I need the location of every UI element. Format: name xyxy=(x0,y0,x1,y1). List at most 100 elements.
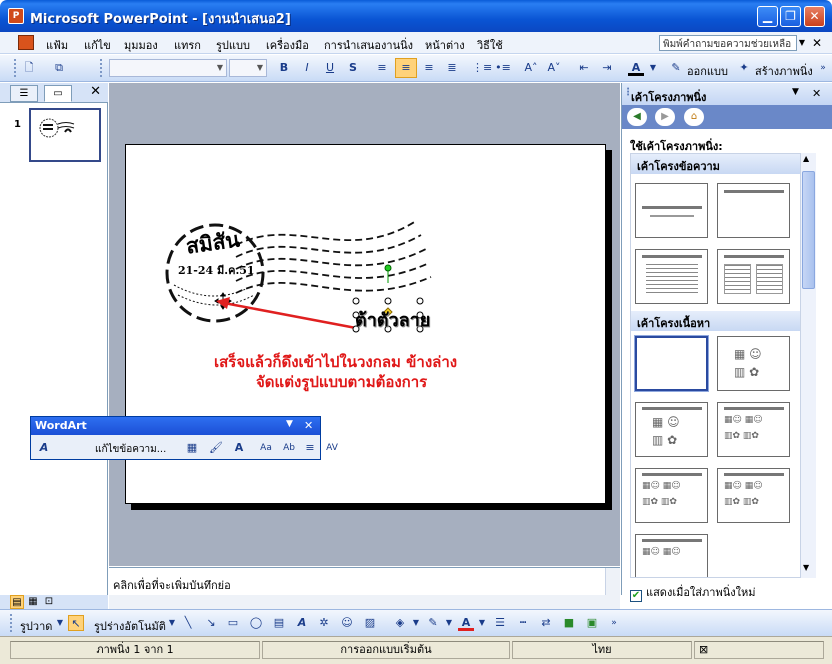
stamp-date[interactable]: 21-24 มี.ค.51 xyxy=(178,261,255,279)
close-icon[interactable]: ✕ xyxy=(304,419,313,432)
arrow-style-icon[interactable]: ⇄ xyxy=(538,615,554,631)
line-color-icon[interactable]: ✎ xyxy=(425,615,441,631)
help-dropdown-icon[interactable]: ▼ xyxy=(797,35,807,51)
menu-edit[interactable]: แก้ไข xyxy=(84,36,111,54)
toolbar-grip[interactable] xyxy=(14,59,17,77)
select-pointer-icon[interactable]: ↖ xyxy=(68,615,84,631)
dash-style-icon[interactable]: ┅ xyxy=(515,615,531,631)
align-center-icon[interactable]: ≡ xyxy=(398,60,414,76)
menu-help[interactable]: วิธีใช้ xyxy=(477,36,503,54)
layout-content[interactable]: ▦ ☺ ▥ ✿ xyxy=(717,336,790,391)
chevron-down-icon[interactable]: ▼ xyxy=(645,60,661,76)
layout-title-only[interactable] xyxy=(717,183,790,238)
toolbar-options-icon[interactable]: » xyxy=(815,60,831,76)
insert-wordart-icon[interactable]: A xyxy=(294,615,310,631)
underline-button[interactable]: U xyxy=(322,60,338,76)
edit-text-button[interactable]: แก้ไขข้อความ... xyxy=(95,442,166,457)
chevron-down-icon[interactable]: ▼ xyxy=(164,615,180,631)
chevron-down-icon[interactable]: ▼ xyxy=(792,87,799,97)
copy-icon[interactable]: ⧉ xyxy=(51,60,67,76)
align-right-icon[interactable]: ≡ xyxy=(421,60,437,76)
slide-sorter-view-icon[interactable]: ▦ xyxy=(26,595,40,609)
menu-tools[interactable]: เครื่องมือ xyxy=(266,36,309,54)
slideshow-view-icon[interactable]: ⊡ xyxy=(42,595,56,609)
decrease-indent-icon[interactable]: ⇤ xyxy=(576,60,592,76)
layout-title-content-two[interactable]: ▦☺ ▦☺ ▥✿ ▥✿ xyxy=(635,468,708,523)
layout-title-text[interactable] xyxy=(635,249,708,304)
design-button[interactable]: ออกแบบ xyxy=(687,62,728,80)
show-on-insert-option[interactable]: ✔ แสดงเมื่อใส่ภาพนิ่งใหม่ xyxy=(630,583,755,602)
font-name-combo[interactable]: ▼ xyxy=(109,59,227,77)
arrow-icon[interactable]: ↘ xyxy=(203,615,219,631)
notes-scrollbar[interactable] xyxy=(605,568,620,596)
minimize-button[interactable]: ▁ xyxy=(757,6,778,27)
chevron-down-icon[interactable]: ▼ xyxy=(52,615,68,631)
insert-wordart-icon[interactable]: A xyxy=(35,439,53,457)
draw-menu-button[interactable]: รูปวาด xyxy=(20,617,52,635)
italic-button[interactable]: I xyxy=(299,60,315,76)
help-question-box[interactable]: พิมพ์คำถามขอความช่วยเหลือ xyxy=(659,35,797,51)
shadow-button[interactable]: S xyxy=(345,60,361,76)
fill-color-icon[interactable]: ◈ xyxy=(392,615,408,631)
same-letter-heights-icon[interactable]: Aa xyxy=(257,439,275,457)
alignment-icon[interactable]: ≡ xyxy=(301,439,319,457)
wordart-object[interactable]: ต้าตัวลาย xyxy=(355,305,430,334)
checkbox-checked-icon[interactable]: ✔ xyxy=(630,590,642,602)
toolbar-grip[interactable] xyxy=(100,59,103,77)
normal-view-icon[interactable]: ▤ xyxy=(10,595,24,609)
chevron-down-icon[interactable]: ▼ xyxy=(286,419,293,429)
decrease-font-icon[interactable]: A˅ xyxy=(546,60,562,76)
postmark-lines[interactable] xyxy=(235,220,432,294)
toolbar-options-icon[interactable]: » xyxy=(606,615,622,631)
toolbar-grip[interactable] xyxy=(10,614,13,632)
slide-caption-line-2[interactable]: จัดแต่งรูปแบบตามต้องการ xyxy=(256,370,427,394)
increase-font-icon[interactable]: A˄ xyxy=(523,60,539,76)
back-icon[interactable]: ◀ xyxy=(627,108,647,126)
line-style-icon[interactable]: ☰ xyxy=(492,615,508,631)
shadow-style-icon[interactable]: ■ xyxy=(561,615,577,631)
bullets-icon[interactable]: •≡ xyxy=(495,60,511,76)
tab-outline[interactable]: ☰ xyxy=(10,85,38,102)
character-spacing-icon[interactable]: AV xyxy=(323,439,341,457)
chevron-down-icon[interactable]: ▼ xyxy=(408,615,424,631)
wordart-gallery-icon[interactable]: ▦ xyxy=(183,439,201,457)
wordart-toolbar-title[interactable]: WordArt ▼ ✕ xyxy=(31,417,320,435)
document-close-icon[interactable]: ✕ xyxy=(812,36,822,50)
layout-two-column-text[interactable] xyxy=(717,249,790,304)
3d-style-icon[interactable]: ▣ xyxy=(584,615,600,631)
layout-title-slide[interactable] xyxy=(635,183,708,238)
increase-indent-icon[interactable]: ⇥ xyxy=(599,60,615,76)
document-icon[interactable] xyxy=(18,35,34,50)
home-icon[interactable]: ⌂ xyxy=(684,108,704,126)
rectangle-icon[interactable]: ▭ xyxy=(225,615,241,631)
spelling-status-icon[interactable]: ⊠ xyxy=(694,641,824,659)
task-pane-scrollbar[interactable]: ▲ ▼ xyxy=(800,153,816,578)
clipart-icon[interactable]: ☺ xyxy=(339,615,355,631)
close-icon[interactable]: ✕ xyxy=(812,87,821,100)
layout-title-content[interactable]: ▦ ☺ ▥ ✿ xyxy=(635,402,708,457)
vertical-text-icon[interactable]: Ab xyxy=(280,439,298,457)
picture-icon[interactable]: ▨ xyxy=(362,615,378,631)
chevron-down-icon[interactable]: ▼ xyxy=(474,615,490,631)
powerpoint-app-icon[interactable]: P xyxy=(8,8,24,24)
scroll-down-icon[interactable]: ▼ xyxy=(803,563,809,572)
font-color-icon[interactable]: A xyxy=(628,60,644,76)
close-button[interactable]: ✕ xyxy=(804,6,825,27)
scroll-up-icon[interactable]: ▲ xyxy=(803,154,809,163)
scroll-thumb[interactable] xyxy=(802,171,815,289)
layout-title-four-content[interactable]: ▦☺ ▦☺ ▥✿ ▥✿ xyxy=(717,468,790,523)
close-icon[interactable]: ✕ xyxy=(90,84,101,99)
wordart-shape-icon[interactable]: A xyxy=(230,439,248,457)
layout-title-two-content[interactable]: ▦☺ ▦☺ ▥✿ ▥✿ xyxy=(717,402,790,457)
notes-pane[interactable]: คลิกเพื่อที่จะเพิ่มบันทึกย่อ xyxy=(109,567,620,596)
menu-insert[interactable]: แทรก xyxy=(174,36,201,54)
slide-thumbnail[interactable] xyxy=(29,108,101,162)
forward-icon[interactable]: ▶ xyxy=(655,108,675,126)
new-file-icon[interactable]: 🗋 xyxy=(21,60,37,76)
horizontal-scrollbar[interactable] xyxy=(109,595,620,609)
menu-file[interactable]: แฟ้ม xyxy=(46,36,68,54)
menu-window[interactable]: หน้าต่าง xyxy=(425,36,465,54)
notes-placeholder[interactable]: คลิกเพื่อที่จะเพิ่มบันทึกย่อ xyxy=(113,576,231,594)
align-left-icon[interactable]: ≡ xyxy=(374,60,390,76)
numbering-icon[interactable]: ⋮≡ xyxy=(472,60,492,76)
